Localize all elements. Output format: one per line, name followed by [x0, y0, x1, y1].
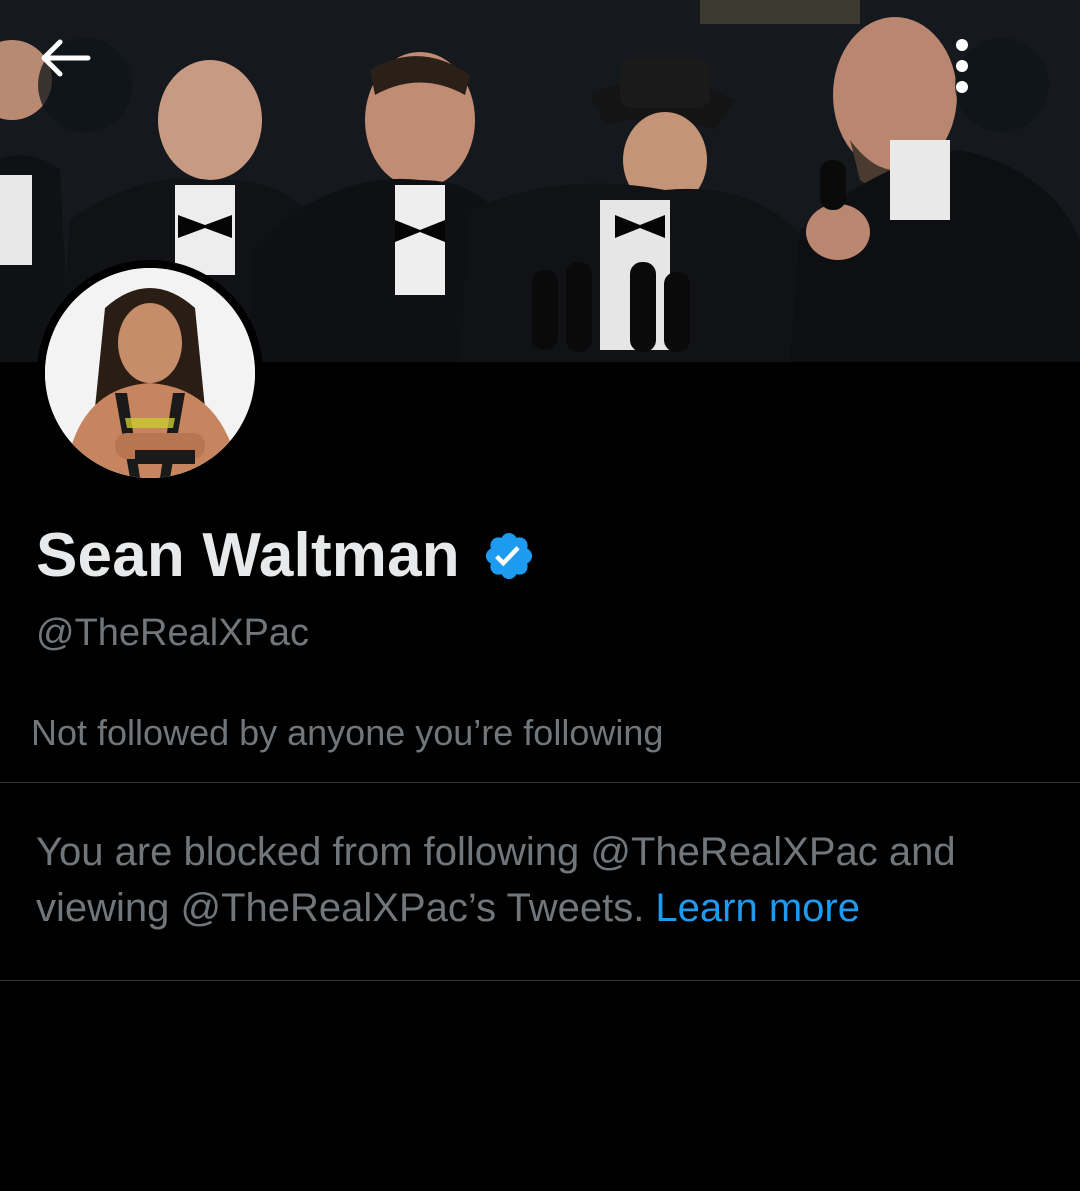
- blocked-notice: You are blocked from following @TheRealX…: [36, 824, 1036, 936]
- divider: [0, 782, 1080, 783]
- avatar-image: [45, 268, 255, 478]
- profile-handle: @TheRealXPac: [36, 612, 310, 654]
- more-vertical-icon: [956, 39, 968, 93]
- more-options-button[interactable]: [955, 38, 1049, 132]
- profile-avatar[interactable]: [37, 260, 263, 486]
- followers-you-know-note: Not followed by anyone you’re following: [31, 712, 664, 753]
- arrow-left-icon: [41, 39, 91, 77]
- display-name: Sean Waltman: [36, 521, 460, 590]
- divider: [0, 980, 1080, 981]
- learn-more-link[interactable]: Learn more: [655, 886, 860, 930]
- verified-badge-icon[interactable]: [482, 529, 536, 583]
- back-button[interactable]: [38, 38, 132, 132]
- profile-name-row: Sean Waltman: [36, 520, 536, 591]
